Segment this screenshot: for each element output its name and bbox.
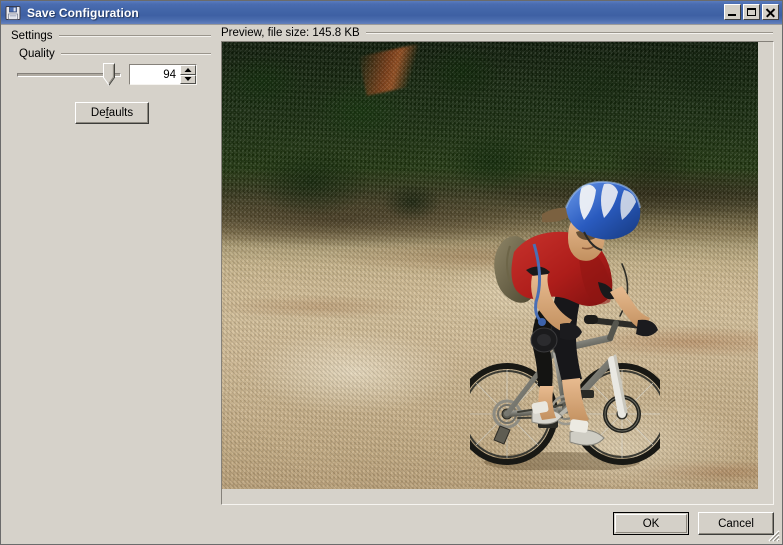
ok-button[interactable]: OK (613, 512, 689, 535)
spin-up-arrow-icon[interactable] (180, 65, 196, 75)
preview-group-title: Preview, file size: 145.8 KB (221, 27, 360, 39)
quality-input[interactable] (130, 65, 180, 84)
defaults-button[interactable]: Defaults (75, 102, 149, 124)
preview-frame (221, 41, 774, 505)
quality-slider-thumb[interactable] (103, 63, 115, 86)
maximize-button[interactable] (743, 4, 760, 20)
preview-group-divider (365, 32, 773, 34)
close-button[interactable] (762, 4, 779, 20)
quality-spinner[interactable] (129, 64, 197, 85)
quality-spinner-buttons (180, 65, 196, 84)
resize-grip-icon[interactable] (766, 528, 780, 542)
window-controls (724, 4, 779, 20)
save-configuration-dialog: Save Configuration Settings Quality 94 D… (0, 0, 783, 545)
save-floppy-icon (5, 5, 21, 21)
preview-group-label: Preview, file size: 145.8 KB (221, 27, 773, 39)
ok-button-label: OK (642, 517, 660, 530)
quality-group-label: Quality (19, 48, 211, 60)
cancel-button-label: Cancel (718, 517, 754, 530)
image-viewport[interactable] (222, 42, 758, 489)
cyclist-figure (470, 174, 660, 470)
window-title: Save Configuration (27, 5, 139, 20)
defaults-button-label: Defaults (90, 107, 134, 119)
quality-slider[interactable] (17, 63, 121, 87)
settings-group-label: Settings (11, 30, 211, 42)
cancel-button[interactable]: Cancel (698, 512, 774, 535)
settings-group-divider (58, 35, 211, 37)
quality-group-divider (60, 53, 211, 55)
quality-group-title: Quality (19, 48, 55, 60)
window-titlebar[interactable]: Save Configuration (1, 1, 782, 25)
spin-down-arrow-icon[interactable] (180, 74, 196, 84)
settings-group-title: Settings (11, 30, 53, 42)
minimize-button[interactable] (724, 4, 741, 20)
